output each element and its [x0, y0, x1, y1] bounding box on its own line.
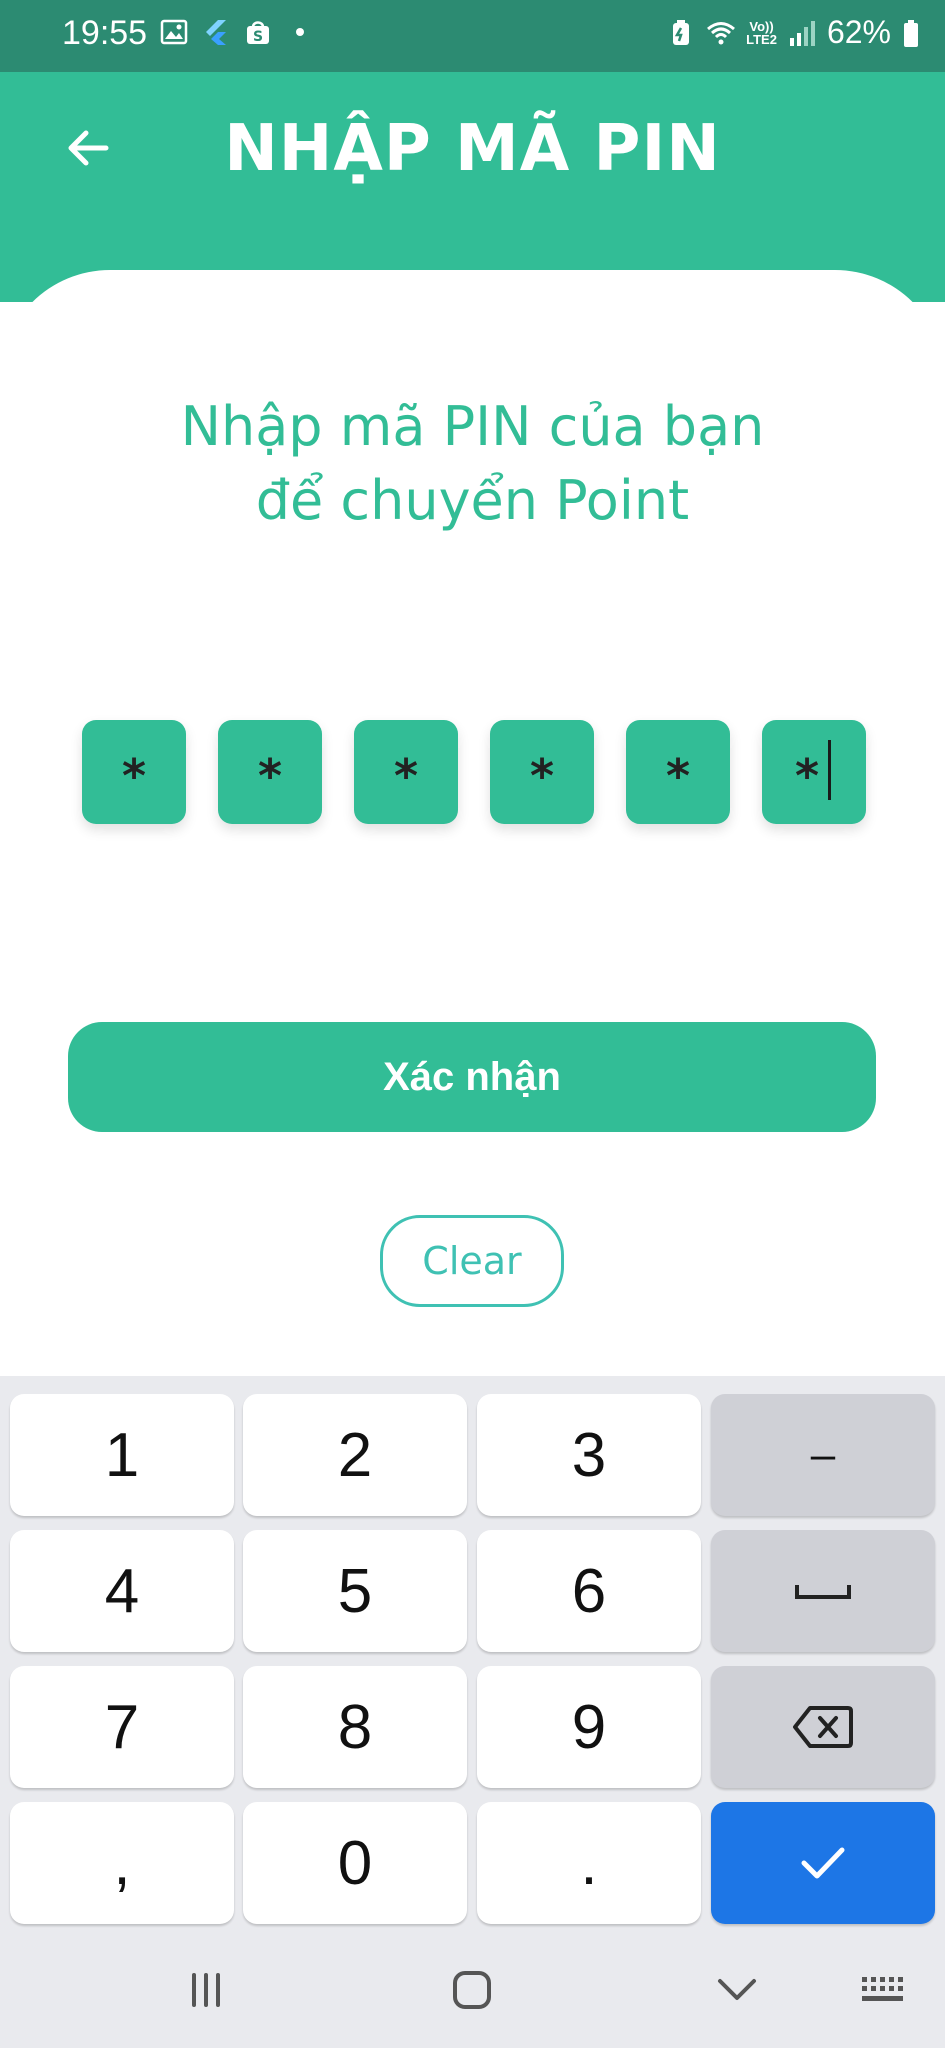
key-3[interactable]: 3: [477, 1394, 701, 1516]
signal-icon: [789, 20, 815, 46]
recent-apps-button[interactable]: [146, 1932, 266, 2048]
key-done[interactable]: [711, 1802, 935, 1924]
clear-button[interactable]: Clear: [380, 1215, 564, 1307]
status-notification-icons: S: [160, 18, 304, 46]
key-space[interactable]: [711, 1530, 935, 1652]
text-cursor: [828, 740, 831, 800]
key-period[interactable]: .: [477, 1802, 701, 1924]
key-1[interactable]: 1: [10, 1394, 234, 1516]
pin-card: Nhập mã PIN của bạn để chuyển Point * * …: [0, 270, 945, 1380]
home-icon: [453, 1971, 491, 2009]
key-9[interactable]: 9: [477, 1666, 701, 1788]
status-time: 19:55: [62, 14, 148, 52]
more-notifications-dot: [296, 28, 304, 36]
key-7[interactable]: 7: [10, 1666, 234, 1788]
back-chevron-icon: [718, 1979, 756, 2000]
gallery-icon: [160, 19, 188, 45]
pin-digit-box-active[interactable]: *: [762, 720, 866, 824]
numeric-keyboard: 1 2 3 – 4 5 6 7 8 9 , 0 .: [0, 1376, 945, 1932]
key-minus[interactable]: –: [711, 1394, 935, 1516]
lte-label: LTE2: [746, 31, 777, 47]
network-type-label: Vo)) LTE2: [746, 20, 777, 46]
pin-digit-box[interactable]: *: [354, 720, 458, 824]
pin-digit-box[interactable]: *: [82, 720, 186, 824]
key-2[interactable]: 2: [243, 1394, 467, 1516]
key-6[interactable]: 6: [477, 1530, 701, 1652]
battery-percent: 62%: [826, 14, 891, 50]
home-button[interactable]: [412, 1932, 532, 2048]
pin-prompt: Nhập mã PIN của bạn để chuyển Point: [180, 395, 765, 532]
status-bar: 19:55 S Vo)) LTE2 62%: [0, 0, 945, 72]
backspace-icon: [793, 1706, 853, 1748]
key-4[interactable]: 4: [10, 1530, 234, 1652]
key-5[interactable]: 5: [243, 1530, 467, 1652]
shopee-icon: S: [247, 21, 269, 45]
pin-digit-box[interactable]: *: [490, 720, 594, 824]
wifi-icon: [707, 21, 736, 44]
flutter-icon: [206, 20, 226, 45]
battery-saver-icon: [673, 19, 690, 45]
back-nav-button[interactable]: [677, 1932, 797, 2048]
app-header: NHẬP MÃ PIN: [0, 72, 945, 302]
confirm-button[interactable]: Xác nhận: [68, 1022, 876, 1132]
pin-input-row[interactable]: * * * * * *: [82, 720, 866, 824]
key-comma[interactable]: ,: [10, 1802, 234, 1924]
page-title: NHẬP MÃ PIN: [224, 112, 721, 186]
recent-apps-icon: [192, 1973, 220, 2007]
key-8[interactable]: 8: [243, 1666, 467, 1788]
volte-label: Vo)): [749, 18, 774, 34]
battery-icon: [904, 19, 918, 47]
status-system-icons: Vo)) LTE2 62%: [666, 14, 921, 51]
system-nav-bar: [0, 1932, 945, 2048]
pin-digit-value: *: [794, 749, 820, 803]
pin-digit-box[interactable]: *: [626, 720, 730, 824]
svg-text:S: S: [253, 29, 263, 45]
key-backspace[interactable]: [711, 1666, 935, 1788]
space-bar-icon: [795, 1585, 851, 1599]
key-0[interactable]: 0: [243, 1802, 467, 1924]
checkmark-icon: [801, 1847, 845, 1879]
keyboard-switch-button[interactable]: [822, 1932, 942, 2048]
pin-digit-box[interactable]: *: [218, 720, 322, 824]
keyboard-switch-icon: [862, 1977, 903, 2001]
